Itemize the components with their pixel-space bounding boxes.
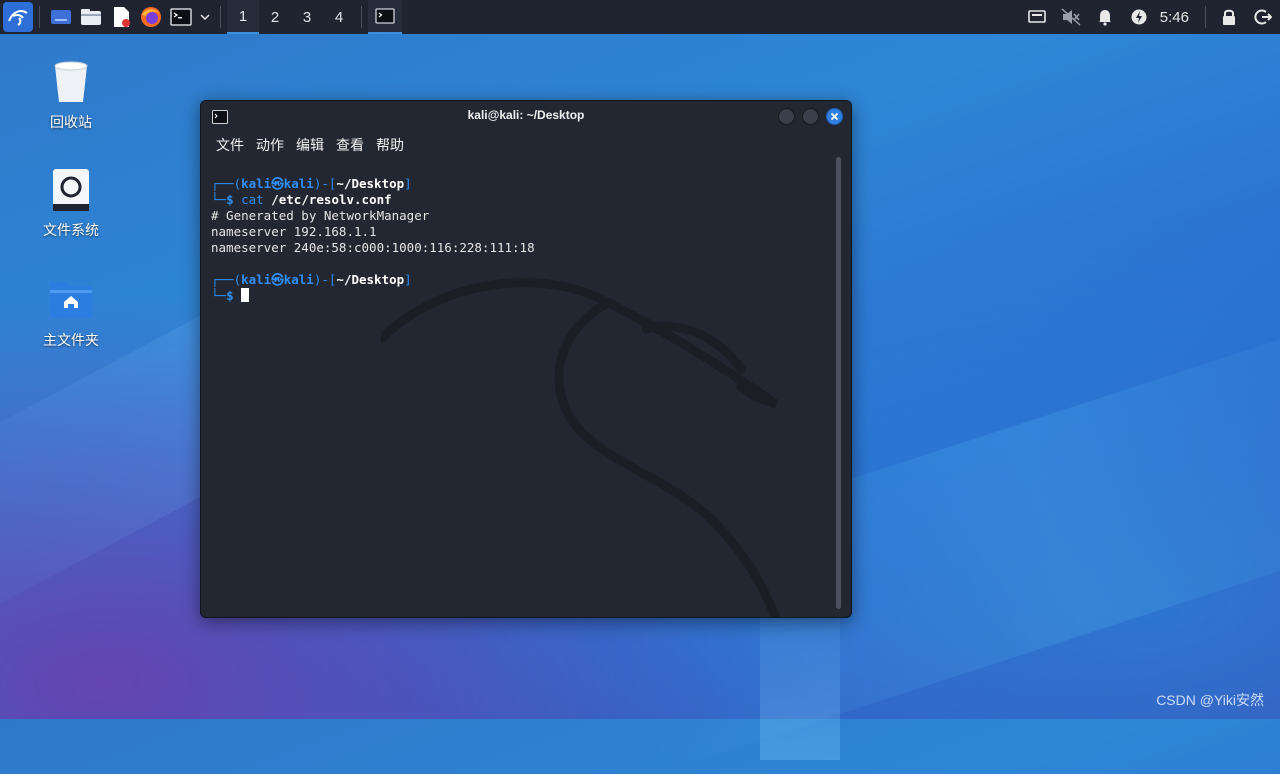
bell-icon[interactable] <box>1088 0 1122 34</box>
menu-file[interactable]: 文件 <box>216 135 244 155</box>
maximize-button[interactable] <box>802 108 819 125</box>
prompt-corner: └─ <box>211 192 227 207</box>
terminal-scrollbar[interactable] <box>836 157 841 609</box>
home-folder-icon <box>47 276 95 324</box>
workspace-2[interactable]: 2 <box>259 0 291 34</box>
drive-icon <box>47 166 95 214</box>
prompt-host: kali <box>283 176 314 191</box>
chevron-down-icon[interactable] <box>196 0 214 34</box>
prompt-user: kali <box>241 176 272 191</box>
prompt-corner: ┌──( <box>211 272 242 287</box>
kali-menu-icon[interactable] <box>3 2 33 32</box>
terminal-window[interactable]: kali@kali: ~/Desktop 文件 动作 编辑 查看 帮助 ┌──(… <box>200 100 852 618</box>
divider <box>220 6 221 28</box>
mute-icon[interactable] <box>1054 0 1088 34</box>
close-button[interactable] <box>826 108 843 125</box>
prompt-bracket: )-[ <box>313 272 337 287</box>
trash-icon <box>47 58 95 106</box>
workspace-4[interactable]: 4 <box>323 0 355 34</box>
menu-view[interactable]: 查看 <box>336 135 364 155</box>
prompt-path: ~/Desktop <box>336 272 405 287</box>
taskbar-terminal-window[interactable] <box>368 0 402 34</box>
watermark: CSDN @Yiki安然 <box>1156 692 1264 708</box>
command-name: cat <box>241 192 264 207</box>
network-icon[interactable] <box>1020 0 1054 34</box>
system-tray: 5:46 <box>1020 0 1280 34</box>
menu-edit[interactable]: 编辑 <box>296 135 324 155</box>
menu-help[interactable]: 帮助 <box>376 135 404 155</box>
prompt-line: ┌──(kali㉿kali)-[~/Desktop] <box>211 176 851 192</box>
desktop-icon-label: 文件系统 <box>43 223 99 239</box>
command-arg: /etc/resolv.conf <box>271 192 392 207</box>
terminal-menubar: 文件 动作 编辑 查看 帮助 <box>201 131 851 159</box>
prompt-corner: └─ <box>211 288 227 303</box>
prompt-user: kali <box>241 272 272 287</box>
desktop-icon-label: 主文件夹 <box>43 333 99 349</box>
output-line: nameserver 192.168.1.1 <box>211 224 377 239</box>
command-line[interactable]: └─$ <box>211 288 851 304</box>
close-icon <box>830 112 839 121</box>
command-line: └─$ cat /etc/resolv.conf <box>211 192 851 208</box>
divider <box>39 6 40 28</box>
prompt-at: ㉿ <box>271 176 284 191</box>
power-icon[interactable] <box>1122 0 1156 34</box>
workspace-3[interactable]: 3 <box>291 0 323 34</box>
prompt-line: ┌──(kali㉿kali)-[~/Desktop] <box>211 272 851 288</box>
terminal-icon[interactable] <box>166 0 196 34</box>
text-editor-icon[interactable] <box>106 0 136 34</box>
desktop-icon-trash[interactable]: 回收站 <box>16 58 126 132</box>
output-line: # Generated by NetworkManager <box>211 208 430 223</box>
show-desktop-icon[interactable] <box>46 0 76 34</box>
text-cursor <box>241 288 250 302</box>
desktop-icon-label: 回收站 <box>50 115 92 131</box>
desktop-icon-filesystem[interactable]: 文件系统 <box>16 166 126 240</box>
logout-icon[interactable] <box>1246 0 1280 34</box>
divider <box>1205 6 1206 28</box>
minimize-button[interactable] <box>778 108 795 125</box>
terminal-output[interactable]: ┌──(kali㉿kali)-[~/Desktop] └─$ cat /etc/… <box>201 159 851 617</box>
menu-actions[interactable]: 动作 <box>256 135 284 155</box>
prompt-bracket: ] <box>404 176 412 191</box>
workspace-1[interactable]: 1 <box>227 0 259 34</box>
prompt-dollar: $ <box>226 288 234 303</box>
prompt-host: kali <box>283 272 314 287</box>
prompt-bracket: )-[ <box>313 176 337 191</box>
taskbar: 1 2 3 4 5:46 <box>0 0 1280 34</box>
desktop-icon-home[interactable]: 主文件夹 <box>16 276 126 350</box>
prompt-at: ㉿ <box>271 272 284 287</box>
output-line: nameserver 240e:58:c000:1000:116:228:111… <box>211 240 535 255</box>
clock[interactable]: 5:46 <box>1156 0 1199 34</box>
divider <box>361 6 362 28</box>
file-manager-icon[interactable] <box>76 0 106 34</box>
lock-icon[interactable] <box>1212 0 1246 34</box>
window-titlebar[interactable]: kali@kali: ~/Desktop <box>201 101 851 131</box>
prompt-corner: ┌──( <box>211 176 242 191</box>
window-title: kali@kali: ~/Desktop <box>467 108 585 122</box>
firefox-icon[interactable] <box>136 0 166 34</box>
prompt-path: ~/Desktop <box>336 176 405 191</box>
prompt-dollar: $ <box>226 192 234 207</box>
prompt-bracket: ] <box>404 272 412 287</box>
